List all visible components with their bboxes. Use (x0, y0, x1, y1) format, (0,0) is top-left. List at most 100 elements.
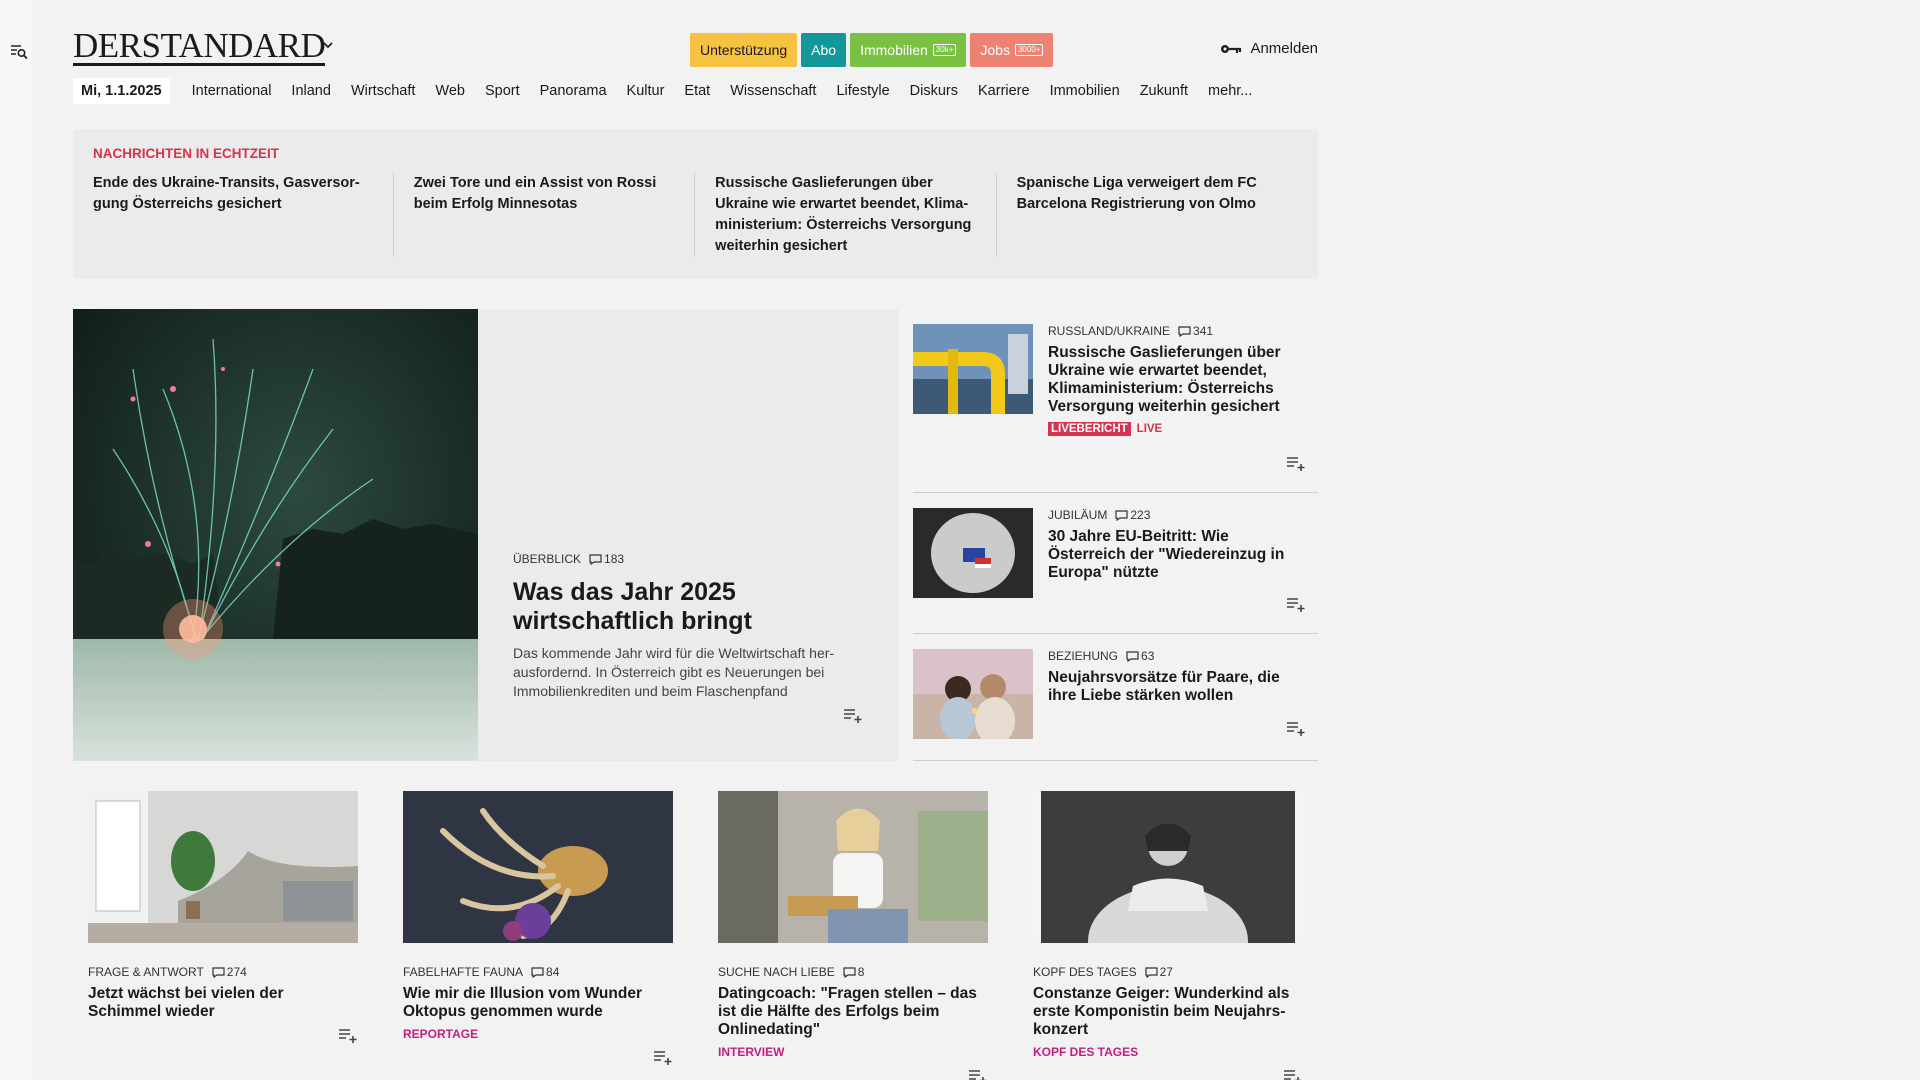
add-to-list-icon[interactable] (1286, 596, 1306, 612)
nav-diskurs[interactable]: Diskurs (910, 83, 958, 99)
side-kicker-label: Beziehung (1048, 649, 1119, 663)
jobs-label: Jobs (980, 42, 1010, 58)
ticker-item[interactable]: Ende des Ukraine-Transits, Gasversor-gun… (93, 173, 394, 257)
portrait-engraving-image (1033, 791, 1303, 943)
card-kicker-label: Fabelhafte Fauna (403, 965, 524, 979)
side-comments: 223 (1130, 508, 1151, 522)
hero-article[interactable]: Überblick 183 Was das Jahr 2025 wirtscha… (73, 309, 898, 761)
ticker-item[interactable]: Russische Gaslieferungen über Ukraine wi… (695, 173, 997, 257)
abo-button[interactable]: Abo (801, 33, 847, 67)
comment-count[interactable]: 27 (1144, 965, 1173, 979)
nav-wissenschaft[interactable]: Wissenschaft (730, 83, 816, 99)
nav-zukunft[interactable]: Zukunft (1140, 83, 1188, 99)
nav-lifestyle[interactable]: Lifestyle (836, 83, 889, 99)
card-kicker-label: Kopf des Tages (1033, 965, 1137, 979)
card-title[interactable]: Wie mir die Illusion vom Wunder Oktopus … (403, 985, 673, 1021)
left-sidebar (0, 0, 34, 1080)
login-label: Anmelden (1250, 40, 1318, 57)
ticker-title: Nachrichten in Echtzeit (93, 146, 279, 161)
article-card[interactable]: Suche nach Liebe 8 Datingcoach: "Fragen s… (718, 791, 988, 1080)
card-kicker-label: Suche nach Liebe (718, 965, 835, 979)
nav-etat[interactable]: Etat (684, 83, 710, 99)
side-article-body: Beziehung 63 Neujahrsvorsätze für Paare, … (1048, 649, 1303, 705)
support-button[interactable]: Unterstützung (690, 33, 798, 67)
add-to-list-icon[interactable] (968, 1068, 988, 1080)
comment-icon (1115, 509, 1128, 521)
card-comments: 27 (1159, 965, 1173, 979)
add-to-list-icon[interactable] (653, 1049, 673, 1065)
add-to-list-icon[interactable] (1283, 1068, 1303, 1080)
nav-sport[interactable]: Sport (485, 83, 520, 99)
login-button[interactable]: Anmelden (1220, 40, 1318, 57)
hero-comments: 183 (604, 552, 625, 566)
comment-icon (1144, 966, 1158, 978)
nav-inland[interactable]: Inland (291, 83, 331, 99)
nav-international[interactable]: International (192, 83, 272, 99)
chevron-down-icon[interactable] (322, 40, 334, 50)
comment-icon (1178, 325, 1191, 337)
side-kicker: Beziehung 63 (1048, 649, 1303, 663)
add-to-list-icon[interactable] (338, 1027, 358, 1043)
ticker-item[interactable]: Zwei Tore und ein Assist von Rossi beim … (394, 173, 696, 257)
jobs-button[interactable]: Jobs 3000+ (970, 33, 1054, 67)
comment-count[interactable]: 8 (843, 965, 864, 979)
site-logo[interactable]: DERSTANDARD (73, 28, 326, 66)
jobs-count-badge: 3000+ (1014, 44, 1044, 56)
card-kicker: Kopf des Tages 27 (1033, 965, 1303, 979)
card-tag: Interview (718, 1045, 785, 1059)
card-title[interactable]: Constanze Geiger: Wunderkind als erste K… (1033, 985, 1303, 1039)
current-date: Mi, 1.1.2025 (73, 78, 170, 104)
card-title[interactable]: Datingcoach: "Fragen stellen – das ist d… (718, 985, 988, 1039)
live-ticker: Nachrichten in Echtzeit Ende des Ukraine… (73, 129, 1318, 279)
nav-karriere[interactable]: Karriere (978, 83, 1030, 99)
add-to-list-icon[interactable] (843, 707, 863, 723)
nav-immobilien[interactable]: Immobilien (1050, 83, 1120, 99)
card-title[interactable]: Jetzt wächst bei vielen der Schimmel wie… (88, 985, 358, 1021)
hero-title[interactable]: Was das Jahr 2025 wirtschaftlich bringt (513, 578, 878, 636)
immobilien-count-badge: 30k+ (932, 44, 957, 56)
ticker-list: Ende des Ukraine-Transits, Gasversor-gun… (93, 173, 1298, 257)
side-article[interactable]: Russland/Ukraine 341 Russische Gaslieferu… (913, 309, 1318, 493)
card-tag: Kopf des Tages (1033, 1045, 1139, 1059)
nav-more[interactable]: mehr... (1208, 83, 1252, 99)
side-article-body: Jubiläum 223 30 Jahre EU-Beitritt: Wie Ös… (1048, 508, 1303, 582)
live-badge: Live (1136, 423, 1163, 435)
key-icon (1220, 43, 1242, 55)
add-to-list-icon[interactable] (1286, 720, 1306, 736)
article-card[interactable]: Frage & Antwort 274 Jetzt wächst bei viel… (88, 791, 358, 1059)
eu-flag-image (913, 508, 1033, 598)
comment-count[interactable]: 274 (212, 965, 247, 979)
page: DERSTANDARD Unterstützung Abo Immobilien… (73, 0, 1318, 1080)
side-article[interactable]: Jubiläum 223 30 Jahre EU-Beitritt: Wie Ös… (913, 493, 1318, 634)
side-title[interactable]: 30 Jahre EU-Beitritt: Wie Österreich der… (1048, 528, 1303, 582)
comment-count[interactable]: 63 (1126, 649, 1154, 663)
article-card[interactable]: Kopf des Tages 27 Constanze Geiger: Wunde… (1033, 791, 1303, 1080)
comment-count[interactable]: 341 (1178, 324, 1213, 338)
article-card[interactable]: Fabelhafte Fauna 84 Wie mir die Illusion … (403, 791, 673, 1065)
comment-icon (212, 966, 225, 978)
add-to-list-icon[interactable] (1286, 455, 1306, 471)
ticker-item[interactable]: Spanische Liga verweigert dem FC Barcelo… (997, 173, 1298, 257)
card-comments: 274 (226, 965, 247, 979)
card-kicker: Suche nach Liebe 8 (718, 965, 988, 979)
nav-kultur[interactable]: Kultur (627, 83, 665, 99)
nav-wirtschaft[interactable]: Wirtschaft (351, 83, 415, 99)
menu-search-icon[interactable] (10, 42, 28, 60)
side-article[interactable]: Beziehung 63 Neujahrsvorsätze für Paare, … (913, 634, 1318, 761)
header: DERSTANDARD Unterstützung Abo Immobilien… (73, 0, 1318, 76)
main-navigation: Mi, 1.1.2025 International Inland Wirtsc… (73, 77, 1262, 105)
comment-count[interactable]: 84 (531, 965, 559, 979)
card-tag: Reportage (403, 1027, 479, 1041)
side-title[interactable]: Neujahrsvorsätze für Paare, die ihre Lie… (1048, 669, 1303, 705)
nav-web[interactable]: Web (435, 83, 465, 99)
comment-count[interactable]: 223 (1115, 508, 1150, 522)
nav-panorama[interactable]: Panorama (540, 83, 607, 99)
comment-icon (843, 966, 856, 978)
comment-count[interactable]: 183 (589, 552, 624, 566)
octopus-image (403, 791, 673, 943)
side-title[interactable]: Russische Gaslieferungen über Ukraine wi… (1048, 344, 1303, 416)
support-label: Unterstützung (700, 42, 788, 58)
immobilien-button[interactable]: Immobilien 30k+ (850, 33, 967, 67)
gas-pipeline-image (913, 324, 1033, 414)
card-kicker-label: Frage & Antwort (88, 965, 204, 979)
